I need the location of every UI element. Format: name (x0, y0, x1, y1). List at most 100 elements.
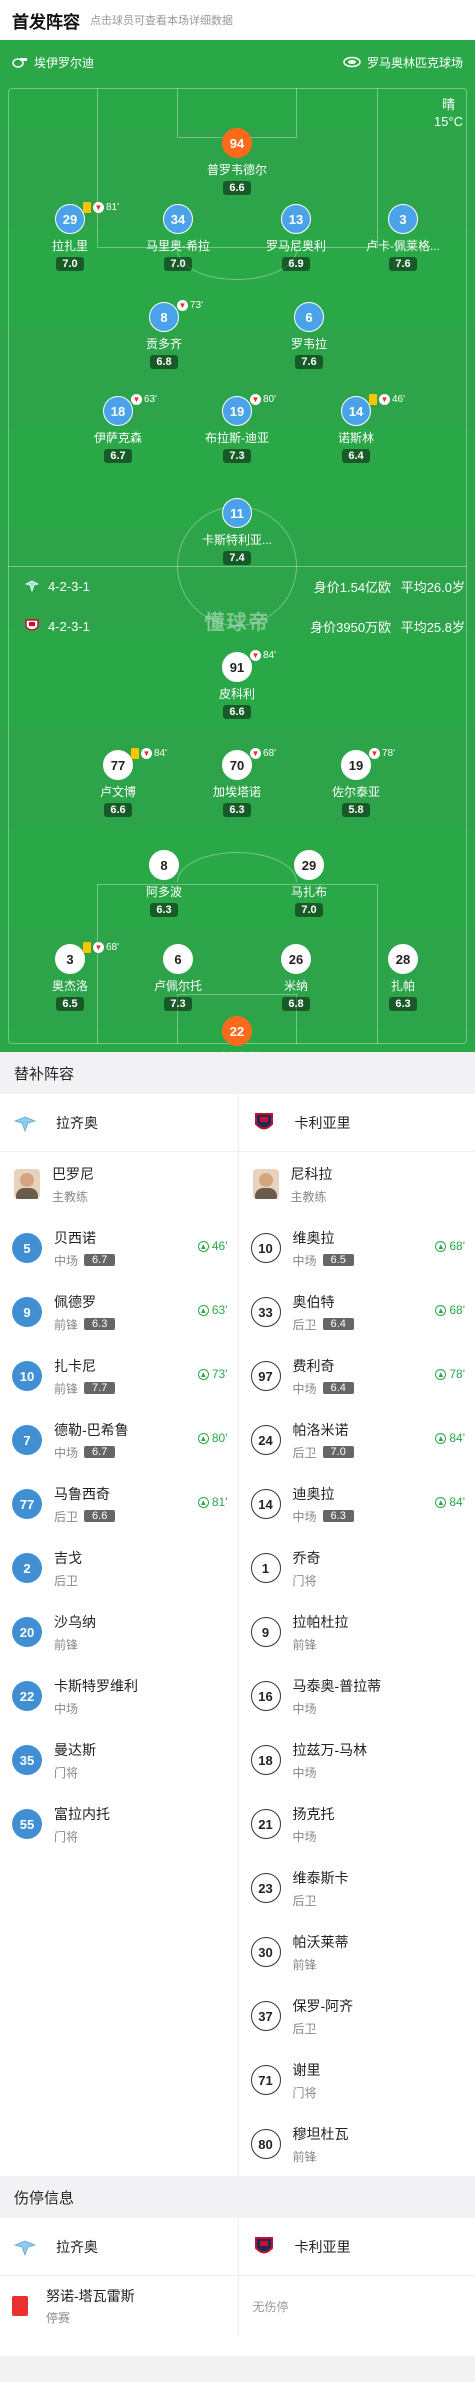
player-event: ▼ 80' (250, 394, 276, 405)
home-player-9[interactable]: 14 诺斯林 6.4 ▼ 46' (308, 394, 405, 464)
away-sub-row[interactable]: 9 拉帕杜拉 前锋 (239, 1600, 475, 1664)
home-sub-row[interactable]: 20 沙乌纳 前锋 (0, 1600, 238, 1664)
away-player-3[interactable]: 19 佐尔泰亚 5.8 ▼ 78' (308, 748, 404, 818)
away-sub-row[interactable]: 21 扬克托 中场 (239, 1792, 475, 1856)
sub-position: 中场 (292, 1829, 317, 1844)
sub-number: 2 (12, 1553, 42, 1583)
player-rating: 7.4 (223, 551, 251, 565)
away-player-5[interactable]: 29 马扎布 7.0 (261, 850, 357, 918)
away-player-0[interactable]: 91 皮科利 6.6 ▼ 84' (189, 650, 285, 720)
sub-name: 谢里 (292, 2061, 321, 2078)
home-player-7[interactable]: 18 伊萨克森 6.7 ▼ 63' (70, 394, 166, 464)
player-name: 扎帕 (390, 979, 415, 993)
away-coach-row[interactable]: 尼科拉 主教练 (239, 1152, 475, 1216)
sub-name: 保罗-阿齐 (292, 1997, 354, 2014)
sub-out-icon: ▼ (369, 748, 380, 759)
sub-name: 维奥拉 (292, 1229, 335, 1246)
player-number: 8 (149, 850, 179, 880)
away-player-2[interactable]: 70 加埃塔诺 6.3 ▼ 68' (189, 748, 285, 818)
home-sub-row[interactable]: 2 吉戈 后卫 (0, 1536, 238, 1600)
sub-rating: 6.4 (322, 1382, 354, 1394)
player-event: ▼ 81' (83, 202, 119, 213)
home-formation: 4-2-3-1 (48, 578, 90, 594)
sub-name: 富拉内托 (54, 1805, 110, 1822)
home-sub-row[interactable]: 55 富拉内托 门将 (0, 1792, 238, 1856)
away-subs-team-header: 卡利亚里 (238, 1094, 475, 1152)
sub-number: 5 (12, 1233, 42, 1263)
away-sub-row[interactable]: 71 谢里 门将 (239, 2048, 475, 2112)
sub-rating: 6.6 (84, 1510, 116, 1522)
away-sub-row[interactable]: 10 维奥拉 中场 6.5 ▲ 68' (239, 1216, 475, 1280)
sub-in-info: ▲ 81' (197, 1495, 228, 1509)
home-player-10[interactable]: 11 卡斯特利亚... 7.4 (189, 498, 285, 566)
sub-in-minute: 84' (449, 1495, 465, 1509)
player-rating: 7.3 (164, 997, 192, 1011)
player-rating: 7.6 (389, 257, 417, 271)
event-minute: 84' (263, 650, 277, 661)
sub-position: 后卫 (292, 1445, 317, 1460)
pitch: 埃伊罗尔迪 罗马奥林匹克球场 晴 15°C 4-2-3-1 身价1.54亿欧 平… (0, 40, 475, 1052)
home-sub-row[interactable]: 77 马鲁西奇 后卫 6.6 ▲ 81' (0, 1472, 238, 1536)
sub-name: 沙乌纳 (54, 1613, 96, 1630)
sub-in-icon: ▲ (435, 1240, 447, 1252)
sub-name: 马泰奥-普拉蒂 (292, 1677, 382, 1694)
sub-rating: 6.7 (84, 1254, 116, 1266)
away-sub-row[interactable]: 1 乔奇 门将 (239, 1536, 475, 1600)
away-sub-row[interactable]: 97 费利奇 中场 6.4 ▲ 78' (239, 1344, 475, 1408)
home-player-1[interactable]: 29 拉扎里 7.0 ▼ 81' (22, 202, 119, 272)
away-player-9[interactable]: 28 扎帕 6.3 (355, 944, 451, 1012)
away-sub-row[interactable]: 30 帕沃莱蒂 前锋 (239, 1920, 475, 1984)
player-rating: 6.3 (150, 903, 178, 917)
away-sub-row[interactable]: 24 帕洛米诺 后卫 7.0 ▲ 84' (239, 1408, 475, 1472)
away-sub-row[interactable]: 16 马泰奥-普拉蒂 中场 (239, 1664, 475, 1728)
lineup-header: 首发阵容 点击球员可查看本场详细数据 (0, 0, 475, 40)
home-team-info[interactable]: 埃伊罗尔迪 (12, 54, 94, 71)
away-injury-team-name: 卡利亚里 (294, 2238, 351, 2255)
sub-name: 迪奥拉 (292, 1485, 335, 1502)
home-player-8[interactable]: 19 布拉斯-迪亚 7.3 ▼ 80' (189, 394, 285, 464)
away-player-4[interactable]: 8 阿多波 6.3 (116, 850, 212, 918)
home-player-3[interactable]: 13 罗马尼奥利 6.9 (248, 204, 344, 272)
home-sub-row[interactable]: 10 扎卡尼 前锋 7.7 ▲ 73' (0, 1344, 238, 1408)
player-event: ▼ 46' (369, 394, 405, 405)
home-player-5[interactable]: 8 贡多齐 6.8 ▼ 73' (116, 300, 212, 370)
away-player-1[interactable]: 77 卢文博 6.6 ▼ 84' (70, 748, 167, 818)
away-sub-row[interactable]: 33 奥伯特 后卫 6.4 ▲ 68' (239, 1280, 475, 1344)
away-sub-row[interactable]: 80 穆坦杜瓦 前锋 (239, 2112, 475, 2176)
away-player-10[interactable]: 22斯库菲特6.2 (189, 1016, 285, 1052)
player-number: 11 (222, 498, 252, 528)
away-sub-row[interactable]: 14 迪奥拉 中场 6.3 ▲ 84' (239, 1472, 475, 1536)
injury-row[interactable]: 努诺-塔瓦雷斯 停赛 (0, 2276, 238, 2336)
home-player-4[interactable]: 3 卢卡-佩莱格... 7.6 (355, 204, 451, 272)
page-title: 首发阵容 (12, 12, 80, 32)
away-player-8[interactable]: 26 米纳 6.8 (248, 944, 344, 1012)
sub-position: 门将 (54, 1829, 79, 1844)
home-sub-row[interactable]: 9 佩德罗 前锋 6.3 ▲ 63' (0, 1280, 238, 1344)
sub-position: 中场 (54, 1701, 79, 1716)
sub-position: 前锋 (292, 2149, 317, 2164)
venue-bar: 埃伊罗尔迪 罗马奥林匹克球场 (0, 40, 475, 84)
away-player-7[interactable]: 6 卢佩尔托 7.3 (130, 944, 226, 1012)
sub-in-minute: 68' (449, 1239, 465, 1253)
sub-number: 14 (250, 1489, 281, 1519)
player-number: 22 (222, 1016, 252, 1046)
home-sub-row[interactable]: 5 贝西诺 中场 6.7 ▲ 46' (0, 1216, 238, 1280)
home-coach-row[interactable]: 巴罗尼 主教练 (0, 1152, 238, 1216)
home-player-6[interactable]: 6 罗韦拉 7.6 (261, 302, 357, 370)
sub-position: 中场 (292, 1765, 317, 1780)
yellow-card-icon (369, 394, 377, 405)
player-event: ▼ 84' (250, 650, 276, 661)
sub-name: 佩德罗 (54, 1293, 96, 1310)
home-player-2[interactable]: 34 马里奥-希拉 7.0 (130, 204, 226, 272)
home-player-0[interactable]: 94 普罗韦德尔 6.6 (189, 128, 285, 196)
event-minute: 68' (106, 942, 120, 953)
away-sub-row[interactable]: 37 保罗-阿齐 后卫 (239, 1984, 475, 2048)
away-player-6[interactable]: 3 奥杰洛 6.5 ▼ 68' (22, 942, 120, 1012)
sub-number: 7 (12, 1425, 42, 1455)
home-sub-row[interactable]: 22 卡斯特罗维利 中场 (0, 1664, 238, 1728)
away-sub-row[interactable]: 23 维泰斯卡 后卫 (239, 1856, 475, 1920)
home-sub-row[interactable]: 7 德勒-巴希鲁 中场 6.7 ▲ 80' (0, 1408, 238, 1472)
sub-position: 前锋 (54, 1317, 79, 1332)
home-sub-row[interactable]: 35 曼达斯 门将 (0, 1728, 238, 1792)
away-sub-row[interactable]: 18 拉兹万-马林 中场 (239, 1728, 475, 1792)
